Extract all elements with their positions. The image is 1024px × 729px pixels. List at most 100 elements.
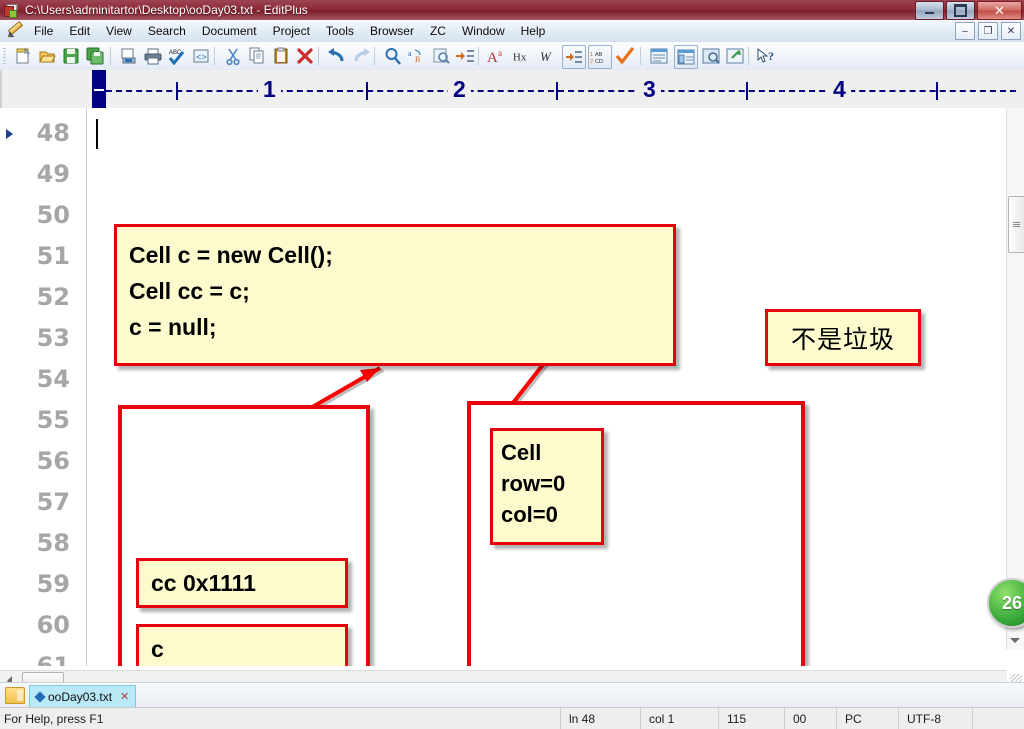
view-source-icon[interactable]: <> <box>190 45 212 67</box>
vertical-scrollbar[interactable] <box>1006 108 1024 649</box>
status-encoding: UTF-8 <box>898 708 972 729</box>
tab-ooday03[interactable]: ooDay03.txt ✕ <box>29 685 137 707</box>
toolbar-grip[interactable] <box>3 48 6 64</box>
indent-icon[interactable] <box>562 45 586 69</box>
close-button[interactable]: ✕ <box>977 1 1022 20</box>
menu-item-document[interactable]: Document <box>194 21 265 41</box>
menu-item-browser[interactable]: Browser <box>362 21 422 41</box>
line-number: 52 <box>36 283 70 311</box>
svg-text:1: 1 <box>590 52 593 58</box>
code-line: Cell cc = c; <box>129 278 250 304</box>
ruler-number-1: 1 <box>258 75 281 103</box>
toolbar-separator <box>374 47 375 65</box>
menu-item-tools[interactable]: Tools <box>318 21 362 41</box>
menu-item-edit[interactable]: Edit <box>61 21 98 41</box>
hex-viewer-icon[interactable]: Hx <box>512 45 534 67</box>
text-caret <box>96 119 98 149</box>
check-mark-icon[interactable] <box>614 45 636 67</box>
editor-area[interactable]: 48 49 50 51 52 53 54 55 56 57 58 59 60 6… <box>0 108 1024 666</box>
change-case-icon[interactable]: Aa <box>486 45 508 67</box>
find-in-files-icon[interactable] <box>430 45 452 67</box>
external-browser-icon[interactable] <box>724 45 746 67</box>
goto-line-icon[interactable] <box>454 45 476 67</box>
current-line-arrow-icon <box>6 129 13 139</box>
undo-icon[interactable] <box>326 45 348 67</box>
directory-window-icon[interactable] <box>674 45 698 69</box>
toolbar-separator <box>748 47 749 65</box>
ruler-caret-marker <box>92 70 106 108</box>
line-number: 48 <box>36 119 70 147</box>
find-icon[interactable] <box>382 45 404 67</box>
svg-text:a: a <box>408 49 412 58</box>
line-number: 55 <box>36 406 70 434</box>
restore-document-button[interactable]: ❐ <box>978 22 998 40</box>
status-column: col 1 <box>640 708 718 729</box>
folder-icon[interactable] <box>5 687 25 704</box>
menu-item-zc[interactable]: ZC <box>422 21 454 41</box>
line-number: 61 <box>36 652 70 666</box>
scroll-down-arrow-icon[interactable] <box>1010 638 1020 643</box>
ruler-tick <box>556 82 558 100</box>
print-icon[interactable] <box>142 45 164 67</box>
cc-variable-box: cc 0x1111 <box>136 558 348 608</box>
svg-text:?: ? <box>768 49 774 63</box>
redo-icon[interactable] <box>350 45 372 67</box>
vertical-scrollbar-thumb[interactable] <box>1008 196 1024 253</box>
menu-item-file[interactable]: File <box>26 21 61 41</box>
menu-bar: File Edit View Search Document Project T… <box>0 20 1024 43</box>
tab-close-icon[interactable]: ✕ <box>120 690 129 703</box>
status-line: ln 48 <box>560 708 640 729</box>
svg-text:Hx: Hx <box>513 52 527 64</box>
menu-item-window[interactable]: Window <box>454 21 513 41</box>
menu-item-help[interactable]: Help <box>513 21 554 41</box>
menu-item-view[interactable]: View <box>98 21 140 41</box>
open-file-icon[interactable] <box>36 45 58 67</box>
line-number: 59 <box>36 570 70 598</box>
svg-text:AB: AB <box>595 52 603 58</box>
replace-icon[interactable]: aB <box>406 45 428 67</box>
copy-icon[interactable] <box>246 45 268 67</box>
object-line: col=0 <box>501 502 558 527</box>
paste-icon[interactable] <box>270 45 292 67</box>
ruler: 1 2 3 4 <box>0 70 1024 109</box>
tab-strip: ooDay03.txt ✕ <box>0 682 1024 708</box>
line-number: 50 <box>36 201 70 229</box>
word-wrap-icon[interactable]: W <box>538 45 560 67</box>
object-line: row=0 <box>501 471 566 496</box>
ruler-tick <box>366 82 368 100</box>
print-preview-icon[interactable] <box>118 45 140 67</box>
minimize-button[interactable] <box>915 1 944 20</box>
document-diamond-icon <box>34 690 46 703</box>
cut-icon[interactable] <box>222 45 244 67</box>
save-icon[interactable] <box>60 45 82 67</box>
c-variable-label: c <box>151 635 164 662</box>
status-code: 00 <box>784 708 836 729</box>
toolbar: ABC <> aB A a Hx W 1 AB 2 CD ? <box>0 42 1024 71</box>
status-chars: 115 <box>718 708 784 729</box>
delete-icon[interactable] <box>294 45 316 67</box>
new-file-icon[interactable] <box>12 45 34 67</box>
svg-text:<>: <> <box>196 53 207 63</box>
object-line: Cell <box>501 440 542 465</box>
context-help-icon[interactable]: ? <box>756 45 778 67</box>
toolbar-separator <box>640 47 641 65</box>
line-numbers-icon[interactable]: 1 AB 2 CD <box>588 45 612 69</box>
toolbar-separator <box>214 47 215 65</box>
status-spare <box>972 708 1024 729</box>
c-variable-box: c <box>136 624 348 666</box>
maximize-button[interactable] <box>946 1 975 20</box>
menu-item-search[interactable]: Search <box>140 21 194 41</box>
spell-check-icon[interactable]: ABC <box>166 45 188 67</box>
save-all-icon[interactable] <box>84 45 106 67</box>
toolbar-separator <box>478 47 479 65</box>
line-number: 57 <box>36 488 70 516</box>
code-annotation-box: Cell c = new Cell(); Cell cc = c; c = nu… <box>114 224 676 366</box>
menu-item-project[interactable]: Project <box>265 21 318 41</box>
minimize-document-button[interactable]: – <box>955 22 975 40</box>
document-selector-icon[interactable] <box>648 45 670 67</box>
status-platform: PC <box>836 708 898 729</box>
status-bar: For Help, press F1 ln 48 col 1 115 00 PC… <box>0 707 1024 729</box>
browser-preview-icon[interactable] <box>700 45 722 67</box>
close-document-button[interactable]: ✕ <box>1001 22 1021 40</box>
line-number: 53 <box>36 324 70 352</box>
